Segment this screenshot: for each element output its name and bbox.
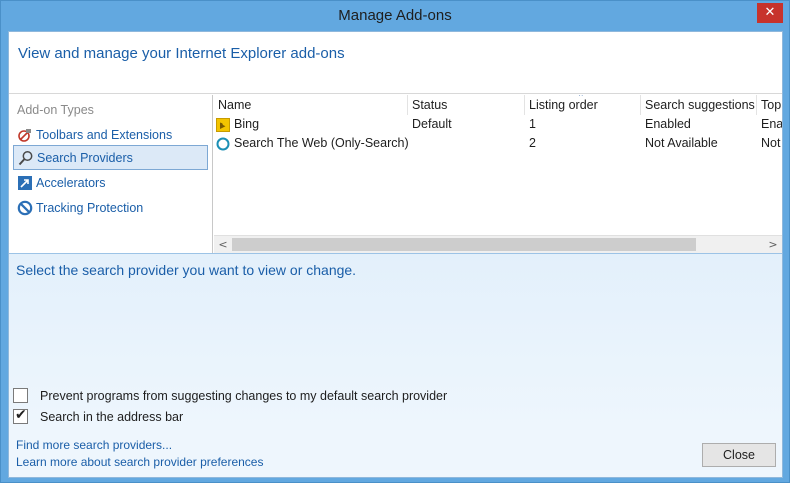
header: View and manage your Internet Explorer a… [9,32,782,94]
search-providers-list: Name Status Listing order ^ Search sugge… [214,95,782,253]
tracking-protection-icon [17,200,33,216]
sidebar-item-label: Accelerators [36,175,106,190]
sidebar-item-label: Tracking Protection [36,200,144,215]
manage-addons-window: Manage Add-ons ✕ View and manage your In… [0,0,790,483]
title-bar[interactable]: Manage Add-ons ✕ [1,1,789,31]
row-listing-order: 2 [529,136,536,150]
horizontal-scrollbar[interactable]: < > [214,235,782,253]
row-status: Default [412,117,452,131]
footer: Find more search providers... Learn more… [9,430,782,477]
column-header-top[interactable]: Top [757,95,782,115]
checkmark-icon: ✔ [15,407,27,423]
row-name: Bing [234,117,260,131]
window-close-button[interactable]: ✕ [757,3,783,23]
column-header-listing-order[interactable]: Listing order [525,95,641,115]
header-text: View and manage your Internet Explorer a… [18,45,345,62]
details-pane: Select the search provider you want to v… [9,253,782,430]
column-header-name[interactable]: Name [214,95,408,115]
close-button[interactable]: Close [702,443,776,467]
row-top: Not [761,136,781,150]
sidebar-item-label: Toolbars and Extensions [36,127,173,142]
sidebar-title: Add-on Types [17,103,94,117]
checkbox-label: Prevent programs from suggesting changes… [40,388,448,403]
scroll-left-arrow-icon[interactable]: < [215,237,231,253]
row-name: Search The Web (Only-Search) [234,136,408,150]
sidebar-item-toolbars-extensions[interactable]: Toolbars and Extensions [13,122,208,147]
dialog-client-area: View and manage your Internet Explorer a… [8,31,783,478]
sidebar-item-tracking-protection[interactable]: Tracking Protection [13,195,208,220]
sidebar-item-label: Search Providers [37,150,133,165]
row-search-suggestions: Not Available [645,136,718,150]
find-more-search-providers-link[interactable]: Find more search providers... [16,438,172,452]
row-listing-order: 1 [529,117,536,131]
sort-ascending-icon: ^ [579,95,583,101]
learn-more-search-provider-preferences-link[interactable]: Learn more about search provider prefere… [16,455,263,469]
column-header-status[interactable]: Status [408,95,525,115]
search-icon [18,150,34,166]
search-in-address-bar-checkbox[interactable]: ✔ [13,407,28,424]
scroll-right-arrow-icon[interactable]: > [765,237,781,253]
sidebar-item-accelerators[interactable]: Accelerators [13,170,208,195]
sidebar-item-search-providers[interactable]: Search Providers [13,145,208,170]
row-status [408,134,525,153]
prevent-suggest-changes-checkbox[interactable] [13,388,28,403]
accelerator-icon [17,175,33,191]
search-in-address-bar-checkbox-row[interactable]: ✔ Search in the address bar [13,407,184,424]
row-top: Enab [761,117,782,131]
details-instruction: Select the search provider you want to v… [16,262,357,278]
toolbar-extension-icon [17,127,33,143]
scrollbar-thumb[interactable] [232,238,696,251]
checkbox-label: Search in the address bar [40,409,184,424]
prevent-suggest-changes-checkbox-row[interactable]: Prevent programs from suggesting changes… [13,388,447,403]
window-title: Manage Add-ons [338,7,452,24]
column-header-search-suggestions[interactable]: Search suggestions [641,95,757,115]
row-search-suggestions: Enabled [645,117,691,131]
addon-types-sidebar: Add-on Types Toolbars and Extensions Sea… [9,95,213,253]
